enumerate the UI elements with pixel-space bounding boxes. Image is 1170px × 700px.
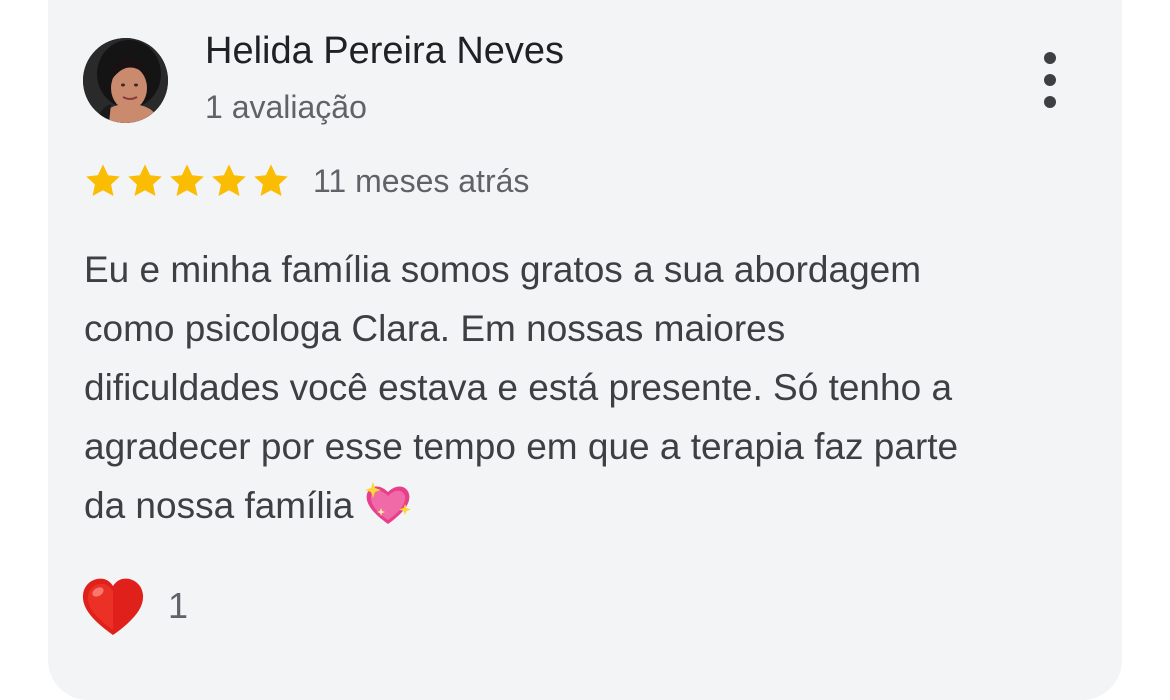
review-text-line: dificuldades você estava e está presente… bbox=[84, 367, 953, 408]
star-icon bbox=[212, 164, 246, 197]
review-text-line: como psicologa Clara. Em nossas maiores bbox=[84, 308, 786, 349]
menu-dot bbox=[1044, 74, 1056, 86]
star-icon bbox=[254, 164, 288, 197]
review-text: Eu e minha família somos gratos a sua ab… bbox=[84, 240, 1094, 535]
star-icon bbox=[86, 164, 120, 197]
red-heart-icon bbox=[82, 578, 144, 635]
review-text-line: agradecer por esse tempo em que a terapi… bbox=[84, 426, 959, 467]
star-icon bbox=[170, 164, 204, 197]
more-options-icon[interactable] bbox=[1030, 52, 1070, 108]
menu-dot bbox=[1044, 52, 1056, 64]
star-rating bbox=[82, 160, 292, 202]
author-avatar[interactable] bbox=[83, 38, 168, 123]
author-review-count: 1 avaliação bbox=[205, 89, 367, 125]
review-text-line: da nossa família bbox=[84, 485, 354, 526]
author-name[interactable]: Helida Pereira Neves bbox=[205, 30, 564, 73]
review-time-ago: 11 meses atrás bbox=[313, 163, 530, 199]
review-text-line: Eu e minha família somos gratos a sua ab… bbox=[84, 249, 922, 290]
sparkling-heart-icon bbox=[365, 482, 412, 524]
reaction-count: 1 bbox=[168, 585, 189, 626]
reaction-button[interactable]: 1 bbox=[80, 575, 188, 637]
menu-dot bbox=[1044, 96, 1056, 108]
review-text-line-last: da nossa família bbox=[84, 476, 1094, 535]
star-icon bbox=[128, 164, 162, 197]
